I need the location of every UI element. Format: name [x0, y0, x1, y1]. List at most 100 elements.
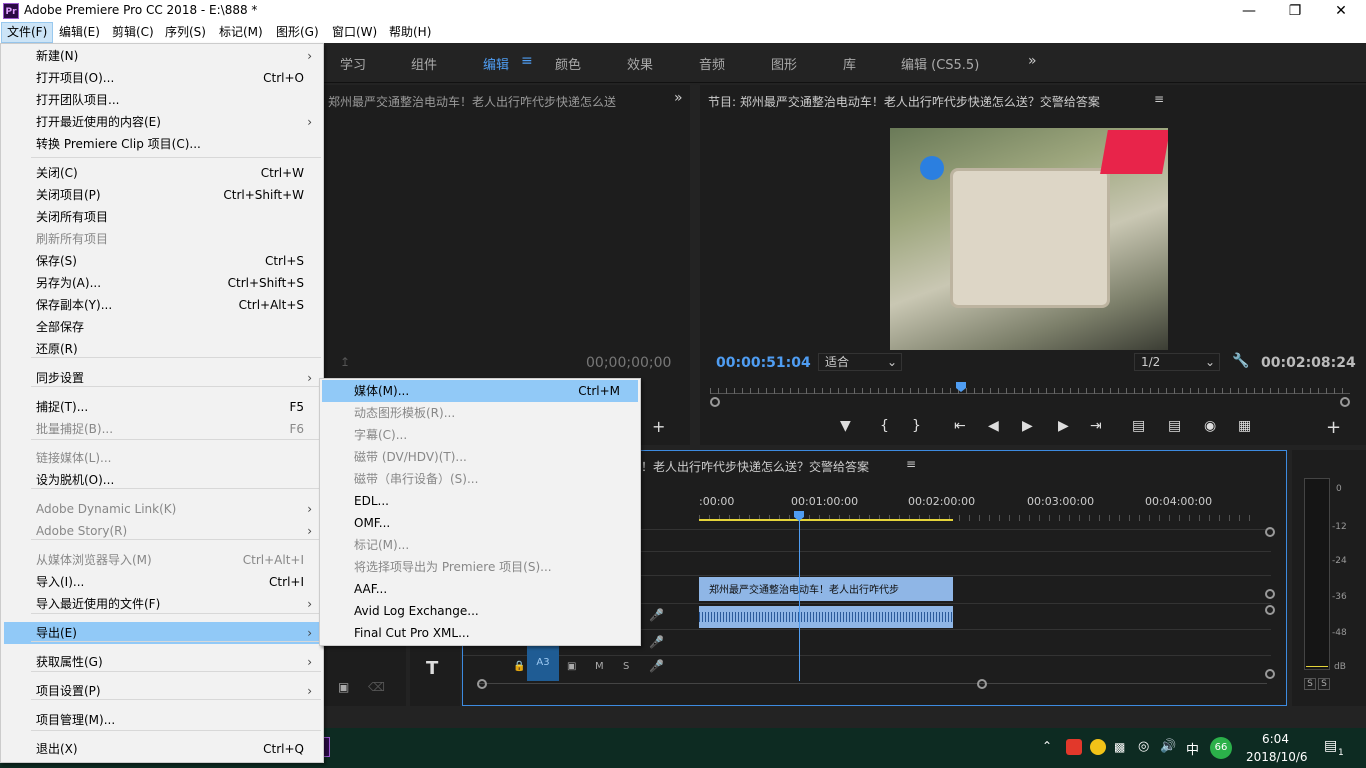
- file-menu-item[interactable]: 保存(S) Ctrl+S: [4, 250, 322, 272]
- panel-menu-icon[interactable]: ≡: [906, 457, 916, 471]
- file-menu-item[interactable]: 导入最近使用的文件(F) ›: [4, 593, 322, 615]
- file-menu-item[interactable]: 新建(N) ›: [4, 45, 322, 67]
- file-menu-item[interactable]: 获取属性(G) ›: [4, 651, 322, 673]
- more-workspaces-icon[interactable]: »: [1028, 53, 1037, 69]
- workspace-tab[interactable]: 库: [843, 54, 856, 73]
- workspace-tab-selected[interactable]: 编辑: [483, 54, 509, 73]
- mic-icon[interactable]: 🎤: [649, 635, 664, 649]
- audio-clip[interactable]: [699, 606, 953, 628]
- notification-icon[interactable]: ▤: [1324, 738, 1337, 754]
- menu-graphics[interactable]: 图形(G): [271, 22, 324, 43]
- badge-icon[interactable]: 66: [1210, 737, 1232, 759]
- add-button-icon[interactable]: +: [1326, 417, 1341, 438]
- v-scroll-handle[interactable]: [1265, 527, 1275, 537]
- file-menu-item[interactable]: 捕捉(T)... F5: [4, 396, 322, 418]
- mic-icon[interactable]: 🎤: [649, 659, 664, 673]
- workspace-tab[interactable]: 颜色: [555, 54, 581, 73]
- restore-icon[interactable]: ❐: [1272, 0, 1318, 22]
- solo-button[interactable]: S: [623, 661, 629, 672]
- export-menu-item[interactable]: 将选择项导出为 Premiere 项目(S)...: [322, 556, 638, 578]
- workspace-tab[interactable]: 组件: [411, 54, 437, 73]
- export-menu-item[interactable]: Avid Log Exchange...: [322, 600, 638, 622]
- workspace-tab[interactable]: 学习: [340, 54, 366, 73]
- file-menu-item[interactable]: Adobe Dynamic Link(K) ›: [4, 498, 322, 520]
- menu-marker[interactable]: 标记(M): [214, 22, 268, 43]
- close-icon[interactable]: ✕: [1318, 0, 1364, 22]
- sync-lock-icon[interactable]: ▣: [567, 661, 576, 672]
- export-menu-item[interactable]: OMF...: [322, 512, 638, 534]
- file-menu-item[interactable]: 导入(I)... Ctrl+I: [4, 571, 322, 593]
- wrench-icon[interactable]: 🔧: [1232, 353, 1249, 369]
- menu-sequence[interactable]: 序列(S): [160, 22, 211, 43]
- work-area-bar[interactable]: [699, 519, 953, 521]
- volume-icon[interactable]: 🔊: [1160, 739, 1176, 754]
- menu-clip[interactable]: 剪辑(C): [107, 22, 159, 43]
- new-bin-icon[interactable]: ▣: [338, 680, 349, 694]
- menu-edit[interactable]: 编辑(E): [54, 22, 105, 43]
- file-menu-item[interactable]: 打开项目(O)... Ctrl+O: [4, 67, 322, 89]
- file-menu-item[interactable]: 批量捕捉(B)... F6: [4, 418, 322, 440]
- expand-icon[interactable]: »: [674, 90, 683, 106]
- workspace-tab[interactable]: 编辑 (CS5.5): [901, 54, 979, 73]
- mark-out-icon[interactable]: }: [912, 418, 921, 434]
- step-back-icon[interactable]: ◀: [988, 418, 999, 434]
- mark-in-icon[interactable]: {: [880, 418, 889, 434]
- quality-dropdown[interactable]: 1/2 ⌄: [1134, 353, 1220, 371]
- mic-icon[interactable]: 🎤: [649, 608, 664, 622]
- button-editor-icon[interactable]: ▦: [1238, 418, 1251, 434]
- solo-left-button[interactable]: S: [1304, 678, 1316, 690]
- panel-menu-icon[interactable]: ≡: [1154, 92, 1164, 106]
- solo-right-button[interactable]: S: [1318, 678, 1330, 690]
- file-menu-item[interactable]: 退出(X) Ctrl+Q: [4, 738, 322, 760]
- menu-help[interactable]: 帮助(H): [384, 22, 436, 43]
- storage-icon[interactable]: ▩: [1114, 740, 1125, 754]
- workspace-tab[interactable]: 图形: [771, 54, 797, 73]
- menu-window[interactable]: 窗口(W): [327, 22, 382, 43]
- file-menu-item[interactable]: 关闭项目(P) Ctrl+Shift+W: [4, 184, 322, 206]
- v-scroll-handle[interactable]: [1265, 605, 1275, 615]
- file-menu-item[interactable]: 转换 Premiere Clip 项目(C)...: [4, 133, 322, 155]
- export-menu-item[interactable]: 磁带（串行设备）(S)...: [322, 468, 638, 490]
- lift-icon[interactable]: ▤: [1132, 418, 1145, 434]
- v-scroll-handle[interactable]: [1265, 669, 1275, 679]
- ime-indicator[interactable]: 中: [1186, 739, 1199, 758]
- scroll-handle-left[interactable]: [477, 679, 487, 689]
- file-menu-item[interactable]: 全部保存: [4, 316, 322, 338]
- play-icon[interactable]: ▶: [1022, 418, 1033, 434]
- add-button-icon[interactable]: +: [652, 417, 665, 436]
- minimize-icon[interactable]: —: [1226, 0, 1272, 22]
- security-tray-icon[interactable]: [1090, 739, 1106, 755]
- export-menu-item[interactable]: EDL...: [322, 490, 638, 512]
- export-menu-item[interactable]: 字幕(C)...: [322, 424, 638, 446]
- menu-file[interactable]: 文件(F): [1, 22, 54, 43]
- step-forward-icon[interactable]: ▶: [1058, 418, 1069, 434]
- mute-button[interactable]: M: [595, 661, 604, 672]
- file-menu-item[interactable]: 保存副本(Y)... Ctrl+Alt+S: [4, 294, 322, 316]
- video-clip[interactable]: 郑州最严交通整治电动车！老人出行咋代步: [699, 577, 953, 601]
- type-tool-icon[interactable]: T: [426, 658, 438, 679]
- file-menu-item[interactable]: 打开最近使用的内容(E) ›: [4, 111, 322, 133]
- file-menu-item[interactable]: 打开团队项目...: [4, 89, 322, 111]
- file-menu-item[interactable]: 刷新所有项目: [4, 228, 322, 250]
- workspace-menu-icon[interactable]: ≡: [521, 53, 533, 69]
- scroll-handle-right[interactable]: [977, 679, 987, 689]
- track-a3-target[interactable]: A3: [527, 645, 559, 681]
- extract-icon[interactable]: ▤: [1168, 418, 1181, 434]
- file-menu-item[interactable]: 链接媒体(L)...: [4, 447, 322, 469]
- file-menu-item[interactable]: 从媒体浏览器导入(M) Ctrl+Alt+I: [4, 549, 322, 571]
- file-menu-item[interactable]: 关闭(C) Ctrl+W: [4, 162, 322, 184]
- file-menu-item[interactable]: 关闭所有项目: [4, 206, 322, 228]
- export-menu-item[interactable]: 动态图形模板(R)...: [322, 402, 638, 424]
- timeline-scrollbar[interactable]: [477, 683, 1267, 684]
- app-tray-icon[interactable]: [1066, 739, 1082, 755]
- export-menu-item[interactable]: Final Cut Pro XML...: [322, 622, 638, 644]
- file-menu-item[interactable]: 项目管理(M)...: [4, 709, 322, 731]
- workspace-tab[interactable]: 音频: [699, 54, 725, 73]
- export-menu-item[interactable]: 标记(M)...: [322, 534, 638, 556]
- go-to-out-icon[interactable]: ⇥: [1090, 418, 1102, 434]
- network-icon[interactable]: ◎: [1138, 739, 1149, 754]
- export-menu-item[interactable]: 磁带 (DV/HDV)(T)...: [322, 446, 638, 468]
- file-menu-item[interactable]: 另存为(A)... Ctrl+Shift+S: [4, 272, 322, 294]
- fit-dropdown[interactable]: 适合 ⌄: [818, 353, 902, 371]
- add-marker-icon[interactable]: ▼: [840, 418, 851, 434]
